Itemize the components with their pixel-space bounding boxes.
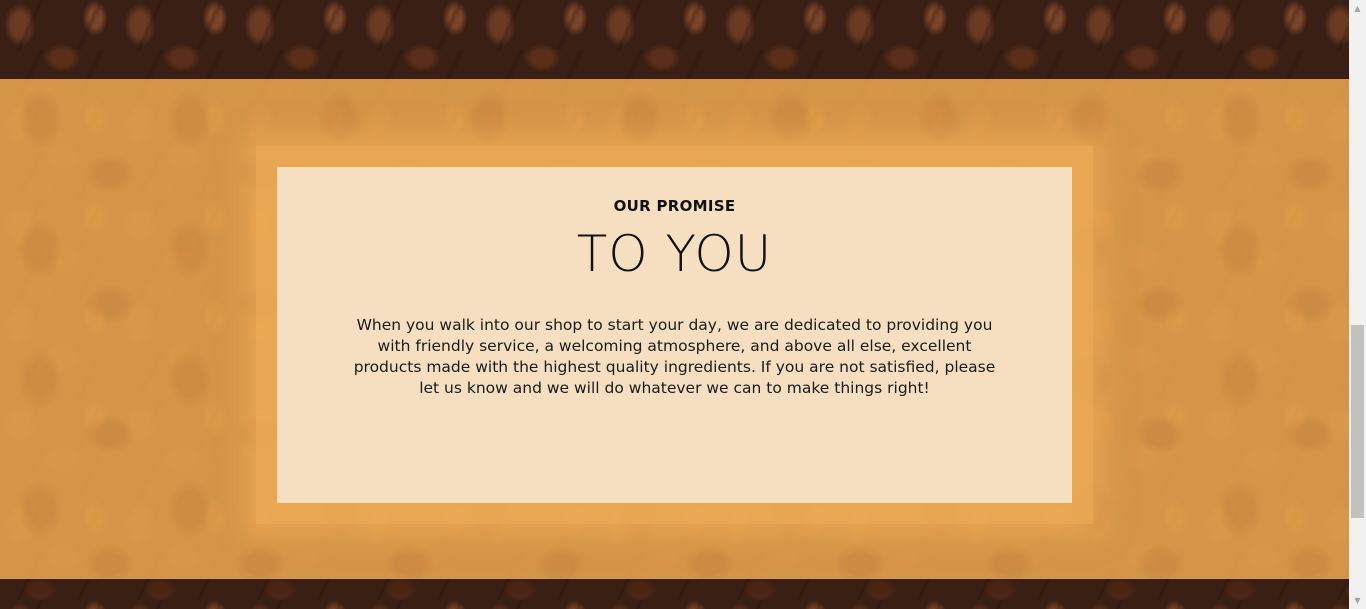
promise-headline: TO YOU xyxy=(576,225,773,283)
promise-card: OUR PROMISE TO YOU When you walk into ou… xyxy=(277,167,1072,503)
promise-body-text: When you walk into our shop to start you… xyxy=(353,316,996,397)
page-viewport: OUR PROMISE TO YOU When you walk into ou… xyxy=(0,0,1366,609)
promise-eyebrow: OUR PROMISE xyxy=(613,197,736,215)
scrollbar-thumb[interactable] xyxy=(1351,325,1364,518)
scroll-down-arrow-icon[interactable]: ▼ xyxy=(1349,592,1366,609)
scroll-up-arrow-icon[interactable]: ▲ xyxy=(1349,0,1366,17)
vertical-scrollbar[interactable]: ▲ ▼ xyxy=(1349,0,1366,609)
